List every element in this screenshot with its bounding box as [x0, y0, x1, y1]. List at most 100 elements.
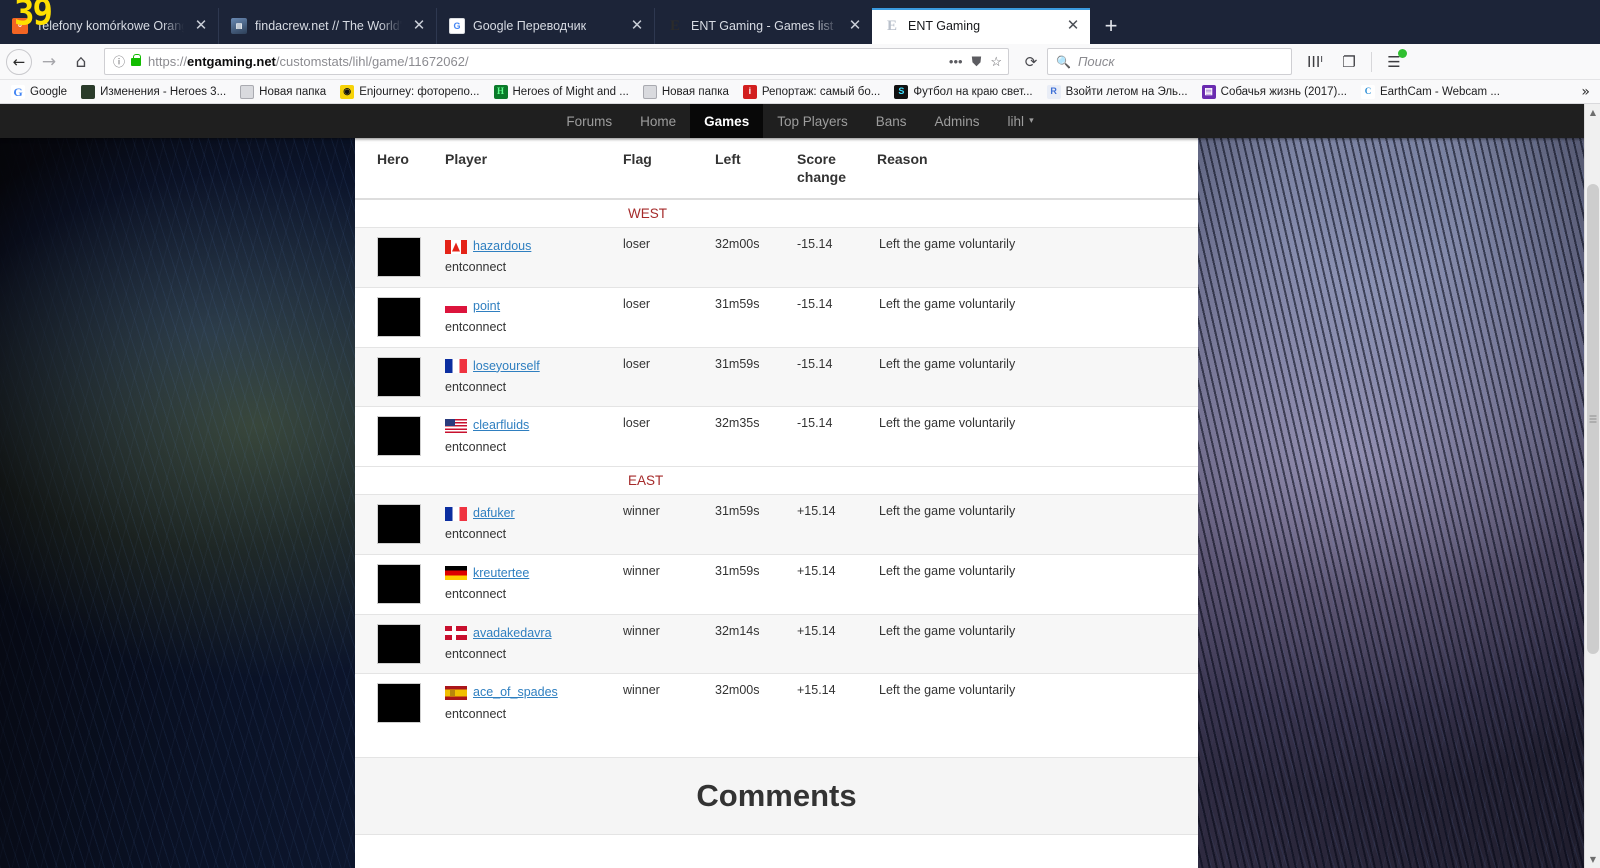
player-name-link[interactable]: avadakedavra: [473, 624, 552, 643]
flag-result-cell: winner: [615, 553, 707, 614]
player-cell: point entconnect: [437, 286, 615, 347]
next-panel-top: [355, 848, 1198, 868]
scroll-down-icon[interactable]: ▼: [1585, 851, 1600, 868]
spain-flag-icon: [445, 685, 467, 700]
bookmark-label: Репортаж: самый бо...: [761, 85, 881, 98]
nav-label: Top Players: [777, 113, 848, 129]
flag-result-cell: winner: [615, 613, 707, 674]
tab-close-icon[interactable]: ✕: [1064, 17, 1082, 35]
heroes-icon: [81, 84, 96, 99]
forward-button-icon[interactable]: →: [34, 48, 64, 76]
menu-icon[interactable]: ☰: [1379, 48, 1409, 76]
tab-close-icon[interactable]: ✕: [628, 17, 646, 35]
browser-tab-4[interactable]: E ENT Gaming - Games list ✕: [654, 8, 872, 44]
column-header-flag: Flag: [615, 138, 707, 200]
player-name-link[interactable]: loseyourself: [473, 357, 540, 376]
home-button-icon[interactable]: ⌂: [66, 48, 96, 76]
sidebar-icon[interactable]: ❐: [1334, 48, 1364, 76]
bookmark-item[interactable]: G Google: [4, 82, 74, 102]
player-name-link[interactable]: clearfluids: [473, 416, 529, 435]
player-name-link[interactable]: dafuker: [473, 504, 515, 523]
page-info-icon[interactable]: ⓘ: [113, 53, 125, 70]
earthcam-icon: C: [1360, 84, 1375, 99]
nav-item-forums[interactable]: Forums: [552, 104, 626, 138]
browser-tab-5-active[interactable]: E ENT Gaming ✕: [872, 8, 1090, 44]
bookmark-item[interactable]: ▤ Собачья жизнь (2017)...: [1195, 82, 1354, 102]
address-bar[interactable]: ⓘ https://entgaming.net/customstats/lihl…: [104, 48, 1009, 75]
table-row: hazardous entconnect loser 32m00s -15.14…: [355, 227, 1198, 288]
bookmark-label: Enjourney: фоторепо...: [359, 85, 480, 98]
tab-title: Google Переводчик: [473, 19, 587, 33]
background-hair: [1180, 104, 1600, 868]
browser-tab-3[interactable]: G Google Переводчик ✕: [436, 8, 654, 44]
tab-close-icon[interactable]: ✕: [410, 17, 428, 35]
nav-label: Admins: [934, 113, 980, 129]
bookmark-label: Футбол на краю свет...: [913, 85, 1033, 98]
tab-close-icon[interactable]: ✕: [192, 17, 210, 35]
flag-result-cell: loser: [615, 406, 707, 467]
nav-item-top-players[interactable]: Top Players: [763, 104, 862, 138]
bookmark-item[interactable]: H Heroes of Might and ...: [487, 82, 636, 102]
comments-spacer: [355, 733, 1198, 757]
table-body: WEST hazardous entconnect loser 32m00s -…: [355, 198, 1198, 733]
scrollbar-thumb[interactable]: [1587, 184, 1599, 654]
team-separator-west: WEST: [355, 198, 1198, 228]
comments-header: Comments: [355, 757, 1198, 835]
table-row: clearfluids entconnect loser 32m35s -15.…: [355, 406, 1198, 467]
back-button-icon[interactable]: ←: [6, 48, 32, 75]
column-header-hero: Hero: [355, 138, 437, 200]
lock-icon: [131, 53, 142, 66]
search-placeholder: Поиск: [1077, 54, 1115, 69]
nav-item-bans[interactable]: Bans: [862, 104, 921, 138]
player-name-link[interactable]: point: [473, 297, 500, 316]
team-separator-cell: EAST: [355, 466, 1198, 495]
nav-item-home[interactable]: Home: [626, 104, 690, 138]
player-name-link[interactable]: ace_of_spades: [473, 683, 558, 702]
browser-tab-2[interactable]: ▤ findacrew.net // The World's la ✕: [218, 8, 436, 44]
bookmarks-overflow-icon[interactable]: »: [1581, 84, 1596, 100]
nav-item-admins[interactable]: Admins: [921, 104, 994, 138]
bookmark-item[interactable]: R Взойти летом на Эль...: [1040, 82, 1195, 102]
nav-item-games[interactable]: Games: [690, 104, 764, 138]
ent-icon: E: [669, 18, 680, 34]
team-label-west: WEST: [628, 206, 667, 221]
nav-item-lihl-dropdown[interactable]: lihl ▾: [994, 104, 1048, 138]
bookmark-item[interactable]: ◉ Enjourney: фоторепо...: [333, 82, 486, 102]
bookmark-item[interactable]: i Репортаж: самый бо...: [736, 82, 887, 102]
hero-portrait-icon: [377, 504, 421, 544]
bookmark-item[interactable]: Новая папка: [233, 82, 333, 102]
france-flag-icon: [445, 506, 467, 521]
scroll-up-icon[interactable]: ▲: [1585, 104, 1600, 121]
france-flag-icon: [445, 359, 467, 374]
bookmark-item[interactable]: Изменения - Heroes 3...: [74, 82, 233, 102]
bookmark-item[interactable]: C EarthCam - Webcam ...: [1354, 82, 1507, 102]
hero-portrait-icon: [377, 416, 421, 457]
germany-flag-icon: [445, 566, 467, 581]
hero-cell: [355, 346, 437, 407]
google-icon: G: [11, 84, 25, 99]
hero-portrait-icon: [377, 237, 421, 277]
bookmark-item[interactable]: Новая папка: [636, 82, 736, 102]
pocket-icon[interactable]: ⛊: [972, 54, 982, 70]
page-actions-icon[interactable]: •••: [949, 54, 963, 69]
library-icon[interactable]: IIIᴵ: [1300, 48, 1330, 76]
score-change-cell: -15.14: [789, 227, 869, 288]
hero-cell: [355, 553, 437, 614]
column-header-player: Player: [437, 138, 615, 200]
player-name-link[interactable]: hazardous: [473, 237, 531, 256]
main-container: Hero Player Flag Left Score change Reaso…: [355, 138, 1198, 868]
nav-label: Forums: [566, 113, 613, 129]
bookmark-item[interactable]: S Футбол на краю свет...: [887, 82, 1039, 102]
page-scrollbar[interactable]: ▲ ▼: [1584, 104, 1600, 868]
tab-title: findacrew.net // The World's la: [255, 19, 402, 33]
bookmark-star-icon[interactable]: ☆: [990, 54, 1002, 70]
tab-close-icon[interactable]: ✕: [846, 17, 864, 35]
tab-title: ENT Gaming: [908, 19, 981, 33]
player-name-link[interactable]: kreutertee: [473, 564, 529, 583]
reload-button-icon[interactable]: ⟳: [1017, 53, 1045, 71]
nav-label: Games: [704, 113, 750, 129]
new-tab-button[interactable]: +: [1094, 9, 1128, 43]
search-bar[interactable]: 🔍 Поиск: [1047, 48, 1292, 75]
player-cell: kreutertee entconnect: [437, 553, 615, 614]
player-connect-label: entconnect: [445, 320, 507, 335]
